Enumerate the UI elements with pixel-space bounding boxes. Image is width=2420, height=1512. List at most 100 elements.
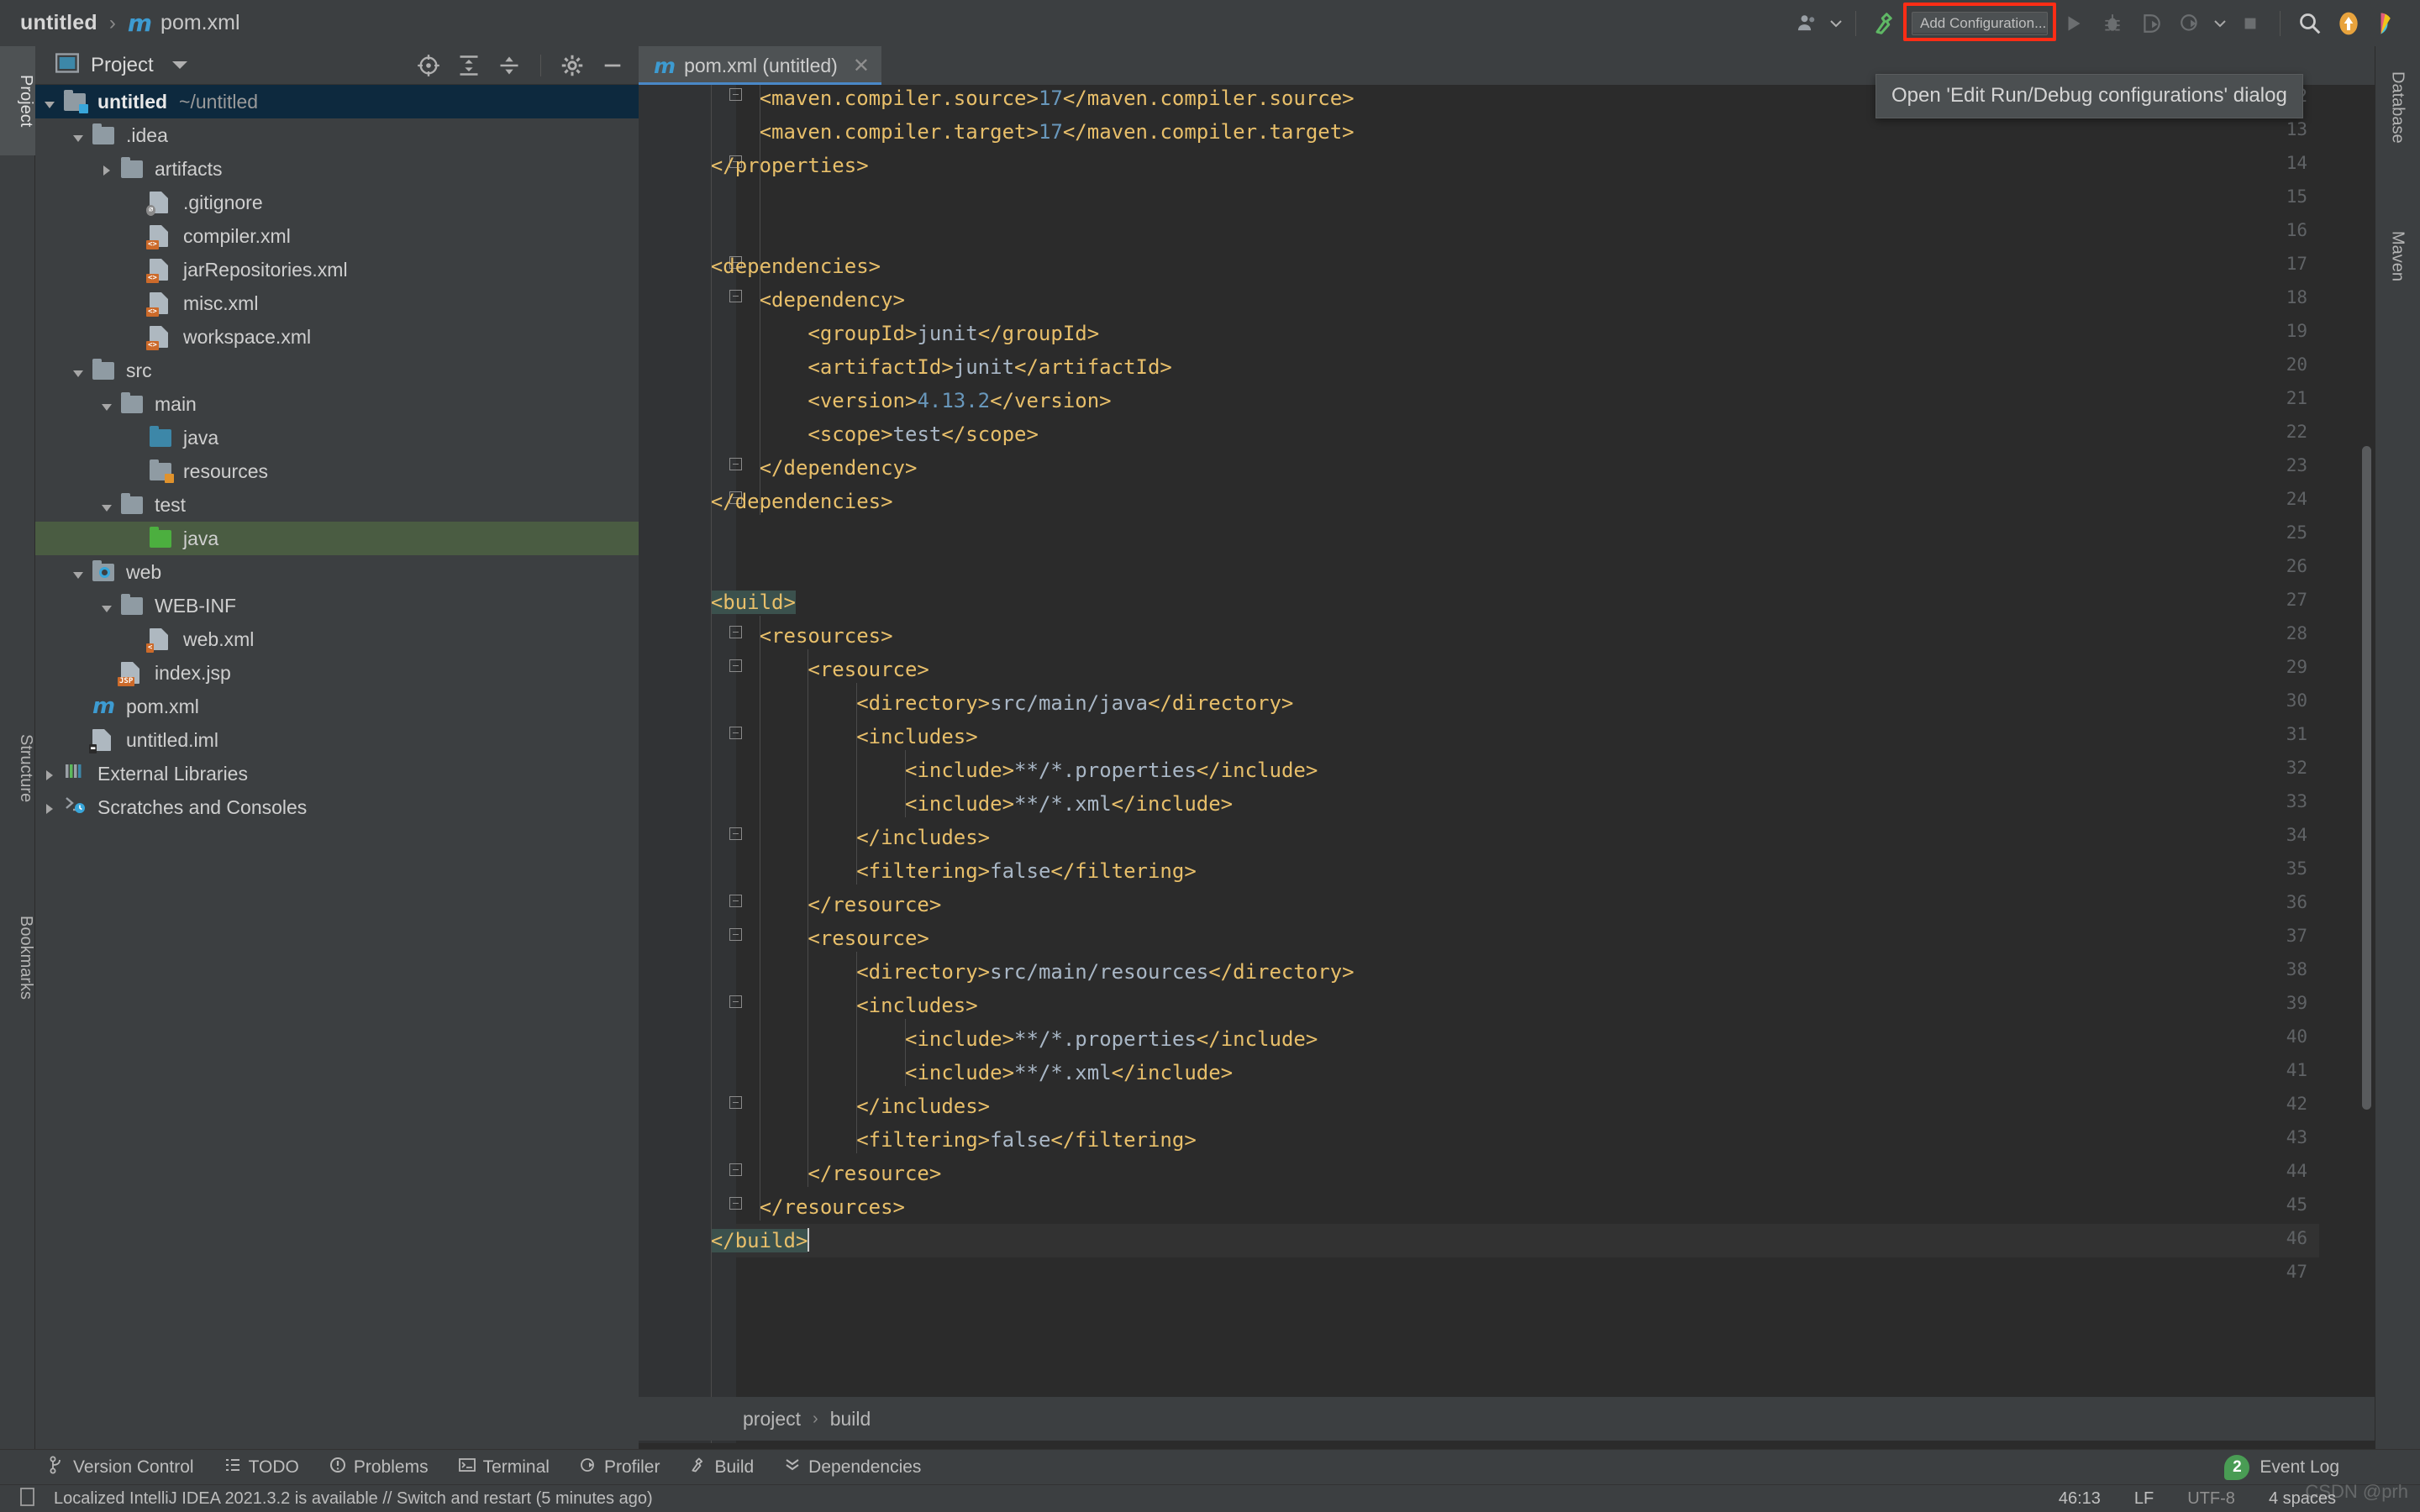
rail-tab-project[interactable]: Project: [0, 46, 35, 155]
code-line[interactable]: <build>: [710, 585, 796, 619]
locate-icon[interactable]: [414, 51, 443, 80]
tree-item-compiler-xml[interactable]: <> compiler.xml: [35, 219, 639, 253]
user-avatar-icon[interactable]: [1788, 5, 1827, 42]
chevron-down-icon[interactable]: [64, 124, 92, 147]
tree-item-workspace-xml[interactable]: <> workspace.xml: [35, 320, 639, 354]
code-line[interactable]: <filtering>false</filtering>: [856, 854, 1197, 888]
tree-item-untitled[interactable]: untitled ~/untitled: [35, 85, 639, 118]
editor-scrollbar[interactable]: [2358, 85, 2375, 1443]
code-line[interactable]: <include>**/*.properties</include>: [905, 753, 1318, 787]
code-fold-start-icon[interactable]: [729, 659, 746, 676]
breadcrumb-item-project[interactable]: project: [743, 1408, 801, 1431]
search-icon[interactable]: [2291, 5, 2329, 42]
code-editor[interactable]: 12<maven.compiler.source>17</maven.compi…: [639, 85, 2375, 1443]
caret-position[interactable]: 46:13: [2059, 1489, 2101, 1509]
code-fold-end-icon[interactable]: [729, 827, 746, 844]
code-fold-start-icon[interactable]: [729, 626, 746, 643]
code-fold-end-icon[interactable]: [729, 88, 746, 105]
code-line[interactable]: <version>4.13.2</version>: [808, 384, 1111, 417]
code-line[interactable]: </resource>: [808, 1157, 941, 1190]
code-line[interactable]: <directory>src/main/java</directory>: [856, 686, 1293, 720]
code-line[interactable]: <resources>: [760, 619, 893, 653]
settings-gear-icon[interactable]: [558, 51, 587, 80]
code-line[interactable]: </properties>: [711, 149, 869, 182]
chevron-down-icon[interactable]: [64, 360, 92, 382]
bottom-item-profiler[interactable]: Profiler: [580, 1457, 660, 1478]
rail-tab-database[interactable]: Database: [2378, 63, 2417, 152]
code-fold-end-icon[interactable]: [729, 1163, 746, 1180]
dropdown-arrow-icon[interactable]: [1827, 5, 1845, 42]
tree-item-resources[interactable]: resources: [35, 454, 639, 488]
update-project-icon[interactable]: [2329, 5, 2368, 42]
tree-item-idea[interactable]: .idea: [35, 118, 639, 152]
tree-item-web-xml[interactable]: < web.xml: [35, 622, 639, 656]
code-fold-end-icon[interactable]: [729, 1197, 746, 1214]
code-line[interactable]: <resource>: [808, 653, 929, 686]
code-fold-start-icon[interactable]: [729, 928, 746, 945]
tree-item-artifacts[interactable]: artifacts: [35, 152, 639, 186]
tree-item-scratches-and-consoles[interactable]: Scratches and Consoles: [35, 790, 639, 824]
tree-item-untitled-iml[interactable]: ▬ untitled.iml: [35, 723, 639, 757]
chevron-down-icon[interactable]: [92, 595, 121, 617]
tree-item-index-jsp[interactable]: JSP index.jsp: [35, 656, 639, 690]
code-line[interactable]: </dependency>: [760, 451, 918, 485]
code-fold-end-icon[interactable]: [729, 458, 746, 475]
bottom-item-todo[interactable]: TODO: [224, 1457, 299, 1478]
tree-item-jarrepositories-xml[interactable]: <> jarRepositories.xml: [35, 253, 639, 286]
code-line[interactable]: <maven.compiler.target>17</maven.compile…: [760, 115, 1355, 149]
debug-icon[interactable]: [2093, 5, 2132, 42]
tree-item-main[interactable]: main: [35, 387, 639, 421]
code-line[interactable]: <groupId>junit</groupId>: [808, 317, 1099, 350]
chevron-down-icon[interactable]: [64, 561, 92, 584]
rail-tab-maven[interactable]: Maven: [2378, 223, 2417, 290]
ide-logo-icon[interactable]: [2368, 5, 2407, 42]
close-icon[interactable]: ✕: [853, 54, 870, 78]
add-configuration-button[interactable]: Add Configuration...: [1912, 11, 2048, 35]
bottom-item-version-control[interactable]: Version Control: [49, 1456, 194, 1479]
tree-item-test[interactable]: test: [35, 488, 639, 522]
event-log-button[interactable]: Event Log: [2260, 1457, 2339, 1478]
run-coverage-icon[interactable]: [2132, 5, 2170, 42]
code-line[interactable]: </includes>: [856, 821, 990, 854]
profile-icon[interactable]: [2170, 5, 2209, 42]
breadcrumb-item-build[interactable]: build: [830, 1408, 871, 1431]
title-file-name[interactable]: pom.xml: [160, 11, 239, 35]
code-line[interactable]: <includes>: [856, 720, 978, 753]
code-line[interactable]: <artifactId>junit</artifactId>: [808, 350, 1171, 384]
tree-item-pom-xml[interactable]: m pom.xml: [35, 690, 639, 723]
code-line[interactable]: <dependencies>: [711, 249, 881, 283]
expand-all-icon[interactable]: [455, 51, 483, 80]
code-line[interactable]: <dependency>: [760, 283, 905, 317]
status-message[interactable]: Localized IntelliJ IDEA 2021.3.2 is avai…: [54, 1489, 653, 1509]
tree-item-java[interactable]: java: [35, 421, 639, 454]
bottom-item-problems[interactable]: Problems: [329, 1457, 429, 1478]
rail-tab-bookmarks[interactable]: Bookmarks: [0, 874, 35, 1042]
run-icon[interactable]: [2054, 5, 2093, 42]
chevron-down-icon[interactable]: [35, 91, 64, 113]
tree-item-web[interactable]: web: [35, 555, 639, 589]
code-line[interactable]: <includes>: [856, 989, 978, 1022]
editor-tab-pom-xml[interactable]: m pom.xml (untitled) ✕: [639, 46, 881, 85]
code-line[interactable]: </build>: [710, 1224, 810, 1257]
code-line[interactable]: <directory>src/main/resources</directory…: [856, 955, 1354, 989]
tree-item-external-libraries[interactable]: External Libraries: [35, 757, 639, 790]
tree-item-java[interactable]: java: [35, 522, 639, 555]
code-line[interactable]: </dependencies>: [711, 485, 893, 518]
code-line[interactable]: </resources>: [760, 1190, 905, 1224]
file-encoding[interactable]: UTF-8: [2187, 1489, 2235, 1509]
stop-icon[interactable]: [2231, 5, 2270, 42]
code-fold-start-icon[interactable]: [729, 290, 746, 307]
chevron-right-icon[interactable]: [35, 796, 64, 819]
code-line[interactable]: <include>**/*.xml</include>: [905, 1056, 1233, 1089]
code-line[interactable]: <filtering>false</filtering>: [856, 1123, 1197, 1157]
code-line[interactable]: <include>**/*.properties</include>: [905, 1022, 1318, 1056]
build-hammer-icon[interactable]: [1866, 5, 1905, 42]
bottom-item-terminal[interactable]: Terminal: [458, 1457, 550, 1478]
code-line[interactable]: <include>**/*.xml</include>: [905, 787, 1233, 821]
tree-item-src[interactable]: src: [35, 354, 639, 387]
code-line[interactable]: <scope>test</scope>: [808, 417, 1039, 451]
collapse-all-icon[interactable]: [495, 51, 523, 80]
bottom-item-dependencies[interactable]: Dependencies: [784, 1457, 921, 1478]
bottom-item-build[interactable]: Build: [690, 1457, 754, 1478]
code-fold-start-icon[interactable]: [729, 727, 746, 743]
